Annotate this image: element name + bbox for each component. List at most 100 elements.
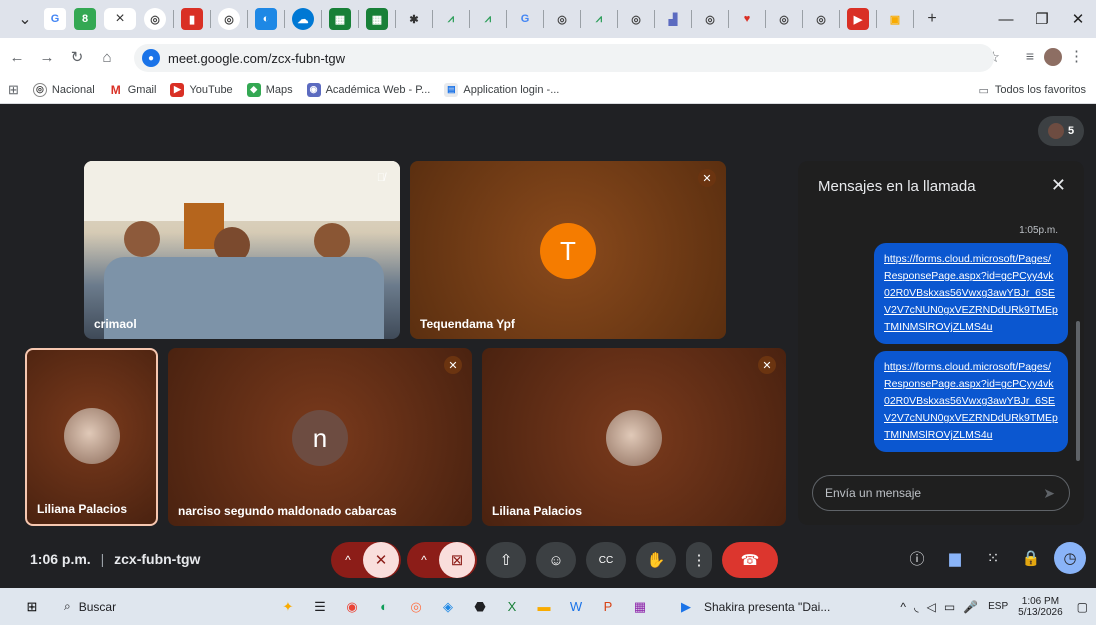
tab-sheets-icon[interactable]: ▦ bbox=[329, 8, 351, 30]
notification-icon[interactable]: ▢ bbox=[1077, 600, 1088, 614]
tab-chrome-icon[interactable]: ◎ bbox=[699, 8, 721, 30]
security-icon[interactable]: ⬣ bbox=[466, 593, 494, 621]
timer-icon[interactable]: ◷ bbox=[1054, 542, 1086, 574]
tab-google-icon[interactable]: G bbox=[514, 8, 536, 30]
home-icon[interactable]: ⌂ bbox=[94, 49, 120, 66]
more-options-button[interactable]: ⋮ bbox=[686, 542, 712, 578]
reload-icon[interactable]: ↻ bbox=[64, 48, 90, 66]
tab-chrome-icon[interactable]: ◎ bbox=[551, 8, 573, 30]
apps-icon[interactable]: ⊞ bbox=[8, 82, 19, 98]
back-icon[interactable]: ← bbox=[4, 49, 30, 66]
winrar-icon[interactable]: ▦ bbox=[626, 593, 654, 621]
tab-app-icon[interactable]: 8 bbox=[74, 8, 96, 30]
tab-app-icon[interactable]: ⩘ bbox=[477, 8, 499, 30]
video-tile[interactable]: Liliana Palacios bbox=[25, 348, 158, 526]
camera-toggle[interactable]: ^ ⊠ bbox=[407, 542, 477, 578]
tab-chrome-icon[interactable]: ◎ bbox=[773, 8, 795, 30]
task-view-icon[interactable]: ☰ bbox=[306, 593, 334, 621]
tab-app-icon[interactable]: ⩘ bbox=[588, 8, 610, 30]
send-icon[interactable]: ➤ bbox=[1043, 485, 1055, 502]
chevron-up-icon[interactable]: ^ bbox=[409, 553, 439, 567]
battery-icon[interactable]: ▭ bbox=[944, 600, 955, 614]
tab-chrome-icon[interactable]: ◎ bbox=[810, 8, 832, 30]
participant-name: Tequendama Ypf bbox=[420, 317, 515, 331]
address-bar[interactable]: ● meet.google.com/zcx-fubn-tgw bbox=[134, 44, 994, 72]
bookmark-item[interactable]: ▤ Application login -... bbox=[444, 82, 559, 97]
tab-app-icon[interactable]: ▣ bbox=[884, 8, 906, 30]
file-explorer-icon[interactable]: ▬ bbox=[530, 593, 558, 621]
video-tile[interactable]: 🎙̸ crimaol bbox=[84, 161, 400, 339]
chevron-up-icon[interactable]: ^ bbox=[900, 600, 906, 614]
app-icon[interactable]: ◈ bbox=[434, 593, 462, 621]
bookmark-item[interactable]: ▶ YouTube bbox=[170, 82, 233, 97]
firefox-icon[interactable]: ◎ bbox=[402, 593, 430, 621]
restore-icon[interactable]: ❐ bbox=[1024, 10, 1060, 28]
tab-sheets-icon[interactable]: ▦ bbox=[366, 8, 388, 30]
camera-off-icon[interactable]: ⊠ bbox=[439, 542, 475, 578]
forward-icon[interactable]: → bbox=[34, 49, 60, 66]
participants-button[interactable]: 5 bbox=[1038, 116, 1084, 146]
activities-icon[interactable]: ⁙ bbox=[974, 549, 1012, 567]
bookmark-item[interactable]: M Gmail bbox=[109, 83, 157, 97]
tab-chrome-icon[interactable]: ◎ bbox=[625, 8, 647, 30]
bookmark-item[interactable]: ◆ Maps bbox=[246, 82, 293, 97]
edge-icon[interactable]: ◐ bbox=[370, 593, 398, 621]
tab-youtube-icon[interactable]: ▶ bbox=[847, 8, 869, 30]
video-tile[interactable]: ✕ n narciso segundo maldonado cabarcas bbox=[168, 348, 472, 526]
bookmark-item[interactable]: ◉ Académica Web - P... bbox=[306, 82, 430, 97]
close-icon[interactable]: ✕ bbox=[1051, 175, 1066, 196]
mic-icon[interactable]: 🎤 bbox=[963, 600, 978, 614]
reading-list-icon[interactable]: ≡ bbox=[1026, 48, 1034, 64]
bookmark-item[interactable]: ◎ Nacional bbox=[32, 82, 95, 97]
tab-close-icon[interactable]: × bbox=[104, 8, 136, 30]
tab-pdf-icon[interactable]: ▮ bbox=[181, 8, 203, 30]
tab-heart-icon[interactable]: ♥ bbox=[736, 8, 758, 30]
excel-icon[interactable]: X bbox=[498, 593, 526, 621]
youtube-icon: ▶ bbox=[170, 82, 185, 97]
tab-app-icon[interactable]: ▟ bbox=[662, 8, 684, 30]
raise-hand-button[interactable]: ✋ bbox=[636, 542, 676, 578]
reactions-button[interactable]: ☺ bbox=[536, 542, 576, 578]
tab-chrome-icon[interactable]: ◎ bbox=[218, 8, 240, 30]
mic-off-icon[interactable]: ✕ bbox=[363, 542, 399, 578]
windows-start-icon[interactable]: ⊞ bbox=[18, 593, 46, 621]
chat-message-link[interactable]: https://forms.cloud.microsoft/Pages/Resp… bbox=[874, 351, 1068, 452]
chat-input[interactable]: Envía un mensaje ➤ bbox=[812, 475, 1070, 511]
word-icon[interactable]: W bbox=[562, 593, 590, 621]
volume-icon[interactable]: ◁ bbox=[927, 600, 936, 614]
chat-message-link[interactable]: https://forms.cloud.microsoft/Pages/Resp… bbox=[874, 243, 1068, 344]
tab-google-icon[interactable]: G bbox=[44, 8, 66, 30]
tab-app-icon[interactable]: ⩘ bbox=[440, 8, 462, 30]
all-bookmarks[interactable]: ▭ Todos los favoritos bbox=[978, 76, 1086, 104]
video-tile[interactable]: ✕ T Tequendama Ypf bbox=[410, 161, 726, 339]
language-indicator[interactable]: ESP bbox=[988, 601, 1008, 612]
chat-icon[interactable]: ▆ bbox=[936, 549, 974, 567]
chat-scrollbar[interactable] bbox=[1076, 321, 1080, 461]
menu-icon[interactable]: ⋮ bbox=[1069, 47, 1084, 65]
present-button[interactable]: ⇧ bbox=[486, 542, 526, 578]
info-icon[interactable]: ⓘ bbox=[898, 548, 936, 569]
tab-app-icon[interactable]: ◐ bbox=[255, 8, 277, 30]
mic-toggle[interactable]: ^ ✕ bbox=[331, 542, 401, 578]
site-info-icon[interactable]: ● bbox=[142, 49, 160, 67]
clock[interactable]: 1:06 PM 5/13/2026 bbox=[1018, 596, 1063, 618]
minimize-icon[interactable]: — bbox=[988, 11, 1024, 28]
copilot-icon[interactable]: ✦ bbox=[274, 593, 302, 621]
powerpoint-icon[interactable]: P bbox=[594, 593, 622, 621]
video-tile[interactable]: ✕ Liliana Palacios bbox=[482, 348, 786, 526]
close-window-icon[interactable]: ✕ bbox=[1060, 10, 1096, 28]
profile-avatar[interactable] bbox=[1044, 48, 1062, 66]
chrome-icon[interactable]: ◉ bbox=[338, 593, 366, 621]
media-task[interactable]: ▶ Shakira presenta "Dai... bbox=[672, 593, 830, 621]
new-tab-button[interactable]: + bbox=[921, 8, 943, 30]
tab-cloud-icon[interactable]: ☁ bbox=[292, 8, 314, 30]
host-controls-icon[interactable]: 🔒 bbox=[1012, 549, 1050, 567]
chevron-up-icon[interactable]: ^ bbox=[333, 553, 363, 567]
tab-list-dropdown-icon[interactable]: ⌄ bbox=[14, 8, 36, 30]
leave-call-button[interactable]: ☎ bbox=[722, 542, 778, 578]
tab-sena-icon[interactable]: ✱ bbox=[403, 8, 425, 30]
network-icon[interactable]: ◟ bbox=[914, 600, 919, 614]
captions-button[interactable]: CC bbox=[586, 542, 626, 578]
taskbar-search[interactable]: ⌕ Buscar bbox=[64, 599, 204, 614]
tab-chrome-icon[interactable]: ◎ bbox=[144, 8, 166, 30]
